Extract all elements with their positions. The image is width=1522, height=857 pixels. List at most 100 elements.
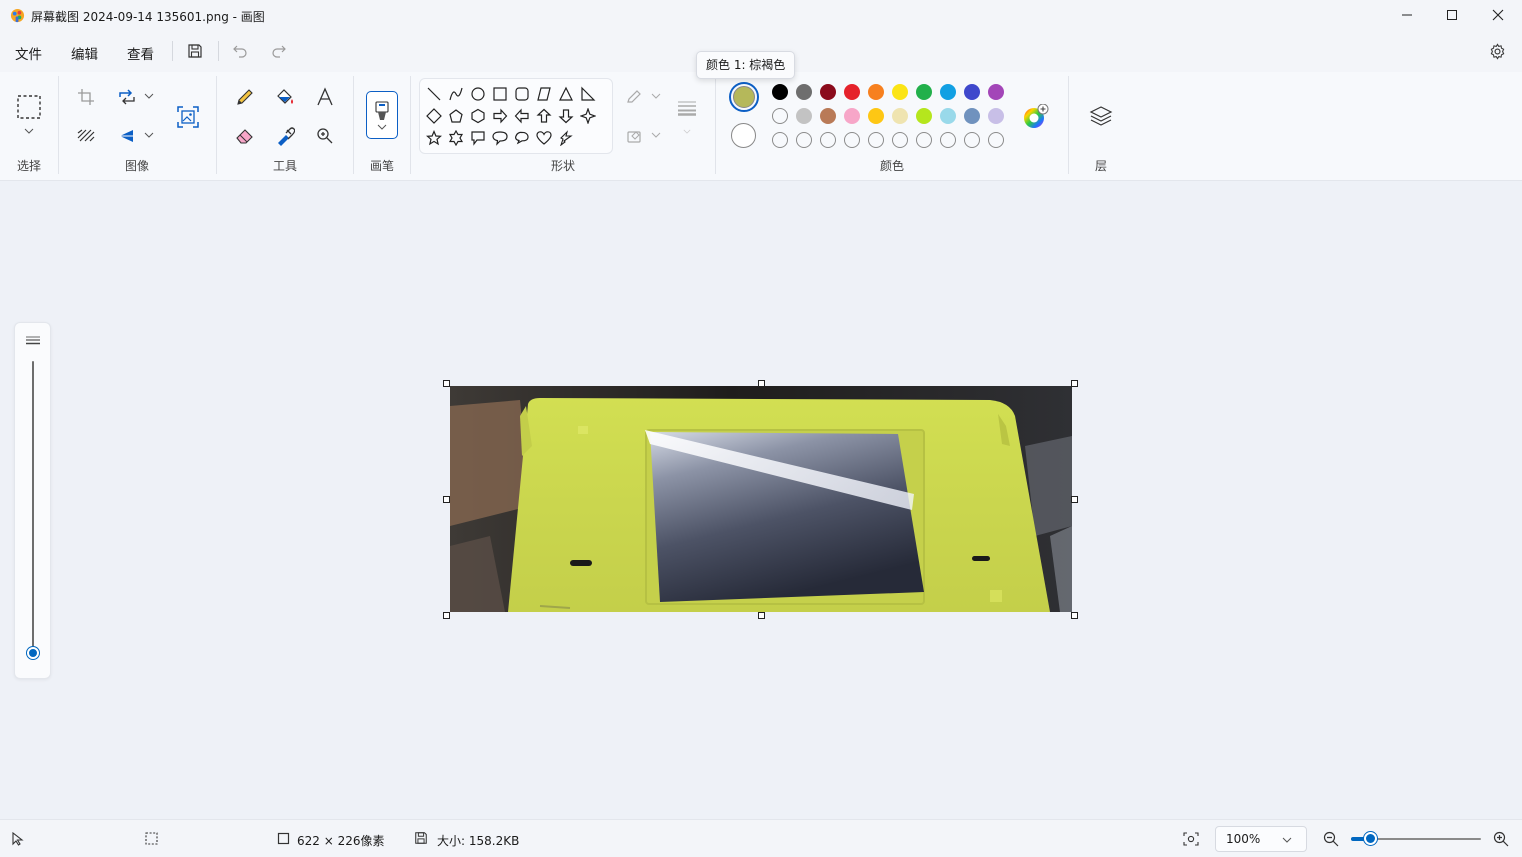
zoom-out-button[interactable] (1320, 828, 1342, 850)
chevron-down-icon[interactable] (144, 93, 154, 99)
color-swatch[interactable] (916, 108, 932, 124)
text-tool[interactable] (313, 85, 337, 109)
color-swatch[interactable] (796, 84, 812, 100)
background-removal-button[interactable] (75, 125, 97, 147)
shape-oval[interactable] (470, 86, 486, 102)
color-swatch[interactable] (844, 84, 860, 100)
zoom-in-button[interactable] (1490, 828, 1512, 850)
color-swatch[interactable] (940, 108, 956, 124)
resize-handle[interactable] (443, 496, 450, 503)
color-swatch[interactable] (988, 108, 1004, 124)
custom-color-slot[interactable] (772, 132, 788, 148)
select-button[interactable] (14, 92, 44, 122)
shape-curve[interactable] (448, 86, 464, 102)
shape-heart[interactable] (536, 130, 552, 146)
shape-left-arrow[interactable] (514, 108, 530, 124)
slider-track[interactable] (32, 361, 34, 657)
menu-edit[interactable]: 编辑 (71, 43, 98, 63)
shape-lightning[interactable] (558, 130, 574, 146)
custom-color-slot[interactable] (940, 132, 956, 148)
color2-button[interactable] (731, 123, 756, 148)
redo-button[interactable] (268, 40, 290, 62)
menu-view[interactable]: 查看 (127, 43, 154, 63)
menu-file[interactable]: 文件 (15, 43, 42, 63)
zoom-slider-thumb[interactable] (1363, 832, 1377, 845)
shape-hexagon[interactable] (470, 108, 486, 124)
image-generator-button[interactable] (174, 103, 202, 131)
fit-to-window-button[interactable] (1180, 828, 1202, 850)
color-swatch[interactable] (844, 108, 860, 124)
undo-button[interactable] (229, 40, 251, 62)
color-swatch[interactable] (916, 84, 932, 100)
pencil-tool[interactable] (233, 85, 257, 109)
chevron-down-icon[interactable] (651, 132, 661, 138)
image-canvas[interactable] (450, 386, 1072, 612)
shape-triangle[interactable] (558, 86, 574, 102)
shape-pentagon[interactable] (448, 108, 464, 124)
custom-color-slot[interactable] (988, 132, 1004, 148)
fill-tool[interactable] (273, 85, 297, 109)
fill-button[interactable] (624, 125, 646, 147)
minimize-button[interactable] (1384, 0, 1430, 30)
shape-six-point-star[interactable] (448, 130, 464, 146)
brush-size-slider[interactable] (14, 322, 51, 679)
chevron-down-icon[interactable] (651, 93, 661, 99)
resize-handle[interactable] (1071, 612, 1078, 619)
crop-button[interactable] (75, 86, 97, 108)
custom-color-slot[interactable] (964, 132, 980, 148)
shape-rectangle[interactable] (492, 86, 508, 102)
outline-button[interactable] (624, 86, 646, 108)
eraser-tool[interactable] (233, 124, 257, 148)
custom-color-slot[interactable] (916, 132, 932, 148)
color-swatch[interactable] (988, 84, 1004, 100)
zoom-dropdown[interactable]: 100% (1215, 826, 1307, 852)
shape-rect-callout[interactable] (470, 130, 486, 146)
color-swatch[interactable] (964, 84, 980, 100)
color-swatch[interactable] (772, 108, 788, 124)
color-swatch[interactable] (796, 108, 812, 124)
color-swatch[interactable] (820, 84, 836, 100)
shape-oval-callout[interactable] (492, 130, 508, 146)
shape-four-point-star[interactable] (580, 108, 596, 124)
color-swatch[interactable] (940, 84, 956, 100)
resize-handle[interactable] (758, 612, 765, 619)
shape-cloud-callout[interactable] (514, 130, 530, 146)
resize-handle[interactable] (443, 612, 450, 619)
color-swatch[interactable] (772, 84, 788, 100)
color-swatch[interactable] (892, 84, 908, 100)
custom-color-slot[interactable] (844, 132, 860, 148)
chevron-down-icon[interactable] (144, 132, 154, 138)
resize-handle[interactable] (758, 380, 765, 387)
settings-button[interactable] (1486, 40, 1508, 62)
chevron-down-icon[interactable] (683, 129, 691, 134)
color-swatch[interactable] (868, 108, 884, 124)
shape-up-arrow[interactable] (536, 108, 552, 124)
shape-rounded-rectangle[interactable] (514, 86, 530, 102)
custom-color-slot[interactable] (868, 132, 884, 148)
shape-diamond[interactable] (426, 108, 442, 124)
shape-right-triangle[interactable] (580, 86, 596, 102)
custom-color-slot[interactable] (892, 132, 908, 148)
color1-button[interactable] (729, 82, 759, 112)
resize-handle[interactable] (443, 380, 450, 387)
rotate-flip-button[interactable] (115, 125, 139, 147)
shape-five-point-star[interactable] (426, 130, 442, 146)
shape-down-arrow[interactable] (558, 108, 574, 124)
color-swatch[interactable] (964, 108, 980, 124)
shape-line[interactable] (426, 86, 442, 102)
color-swatch[interactable] (820, 108, 836, 124)
resize-handle[interactable] (1071, 380, 1078, 387)
resize-handle[interactable] (1071, 496, 1078, 503)
size-button[interactable] (674, 96, 700, 120)
chevron-down-icon[interactable] (24, 128, 34, 134)
slider-thumb[interactable] (27, 647, 39, 659)
color-picker-tool[interactable] (273, 124, 297, 148)
color-swatch[interactable] (892, 108, 908, 124)
shape-polygon[interactable] (536, 86, 552, 102)
maximize-button[interactable] (1429, 0, 1475, 30)
brushes-button[interactable] (366, 91, 398, 139)
save-button[interactable] (184, 40, 206, 62)
color-swatch[interactable] (868, 84, 884, 100)
resize-button[interactable] (115, 86, 139, 108)
custom-color-slot[interactable] (820, 132, 836, 148)
